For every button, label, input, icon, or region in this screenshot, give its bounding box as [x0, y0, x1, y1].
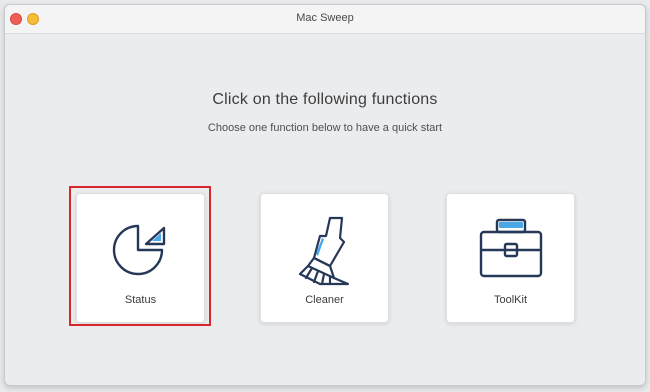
toolkit-card-label: ToolKit	[493, 294, 528, 306]
cleaner-card-label: Cleaner	[305, 294, 344, 306]
toolbox-icon	[447, 214, 574, 284]
cleaner-card[interactable]: Cleaner	[260, 193, 389, 323]
pie-chart-icon	[77, 214, 204, 284]
page-subheading: Choose one function below to have a quic…	[207, 122, 443, 134]
title-bar: Mac Sweep	[5, 5, 645, 34]
app-window: Mac Sweep Click on the following functio…	[4, 4, 646, 386]
page-heading: Click on the following functions	[212, 91, 438, 108]
window-title: Mac Sweep	[296, 12, 354, 24]
status-card[interactable]: Status	[76, 193, 205, 323]
brush-icon	[261, 214, 388, 286]
toolkit-card[interactable]: ToolKit	[446, 193, 575, 323]
status-card-label: Status	[124, 294, 157, 306]
